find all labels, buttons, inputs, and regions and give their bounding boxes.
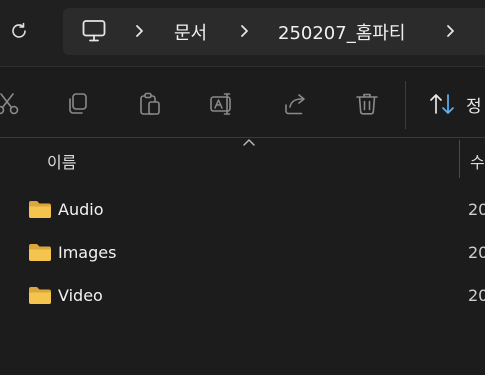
address-bar: 문서 250207_홈파티: [0, 0, 485, 66]
list-item[interactable]: Audio 20: [0, 189, 485, 229]
refresh-icon: [12, 22, 26, 38]
breadcrumb-item-documents[interactable]: 문서: [174, 19, 207, 45]
folder-icon: [29, 201, 51, 218]
chevron-right-icon[interactable]: [133, 22, 145, 40]
sort-ascending-caret-icon: [243, 139, 255, 146]
this-pc-icon[interactable]: [81, 18, 107, 44]
file-explorer-window: 문서 250207_홈파티 정 이름 수 Audio 20 Images 20 …: [0, 0, 485, 375]
refresh-button[interactable]: [4, 16, 34, 46]
sort-button[interactable]: 정: [428, 91, 485, 117]
cut-icon[interactable]: [0, 91, 20, 117]
toolbar-divider: [405, 81, 406, 129]
folder-icon: [29, 287, 51, 304]
delete-icon[interactable]: [354, 91, 380, 117]
paste-icon[interactable]: [137, 91, 163, 117]
sort-label: 정: [466, 97, 482, 117]
file-date: 20: [468, 286, 485, 305]
list-item[interactable]: Video 20: [0, 275, 485, 315]
column-header: 이름 수: [0, 138, 485, 180]
command-bar: 정: [0, 66, 485, 138]
folder-icon: [29, 244, 51, 261]
sort-icon: [430, 94, 454, 114]
file-name: Images: [58, 243, 117, 262]
column-modified-header[interactable]: 수: [470, 149, 485, 173]
file-name: Audio: [58, 200, 104, 219]
file-date: 20: [468, 243, 485, 262]
breadcrumb-item-current-folder[interactable]: 250207_홈파티: [278, 19, 405, 45]
chevron-right-icon[interactable]: [238, 22, 250, 40]
copy-icon[interactable]: [65, 91, 91, 117]
rename-icon[interactable]: [209, 91, 235, 117]
column-name-header[interactable]: 이름: [47, 149, 76, 173]
share-icon[interactable]: [282, 91, 308, 117]
chevron-right-icon[interactable]: [444, 22, 456, 40]
list-item[interactable]: Images 20: [0, 232, 485, 272]
column-resize-handle[interactable]: [459, 140, 460, 178]
breadcrumb[interactable]: 문서 250207_홈파티: [63, 8, 485, 55]
file-date: 20: [468, 200, 485, 219]
file-name: Video: [58, 286, 103, 305]
